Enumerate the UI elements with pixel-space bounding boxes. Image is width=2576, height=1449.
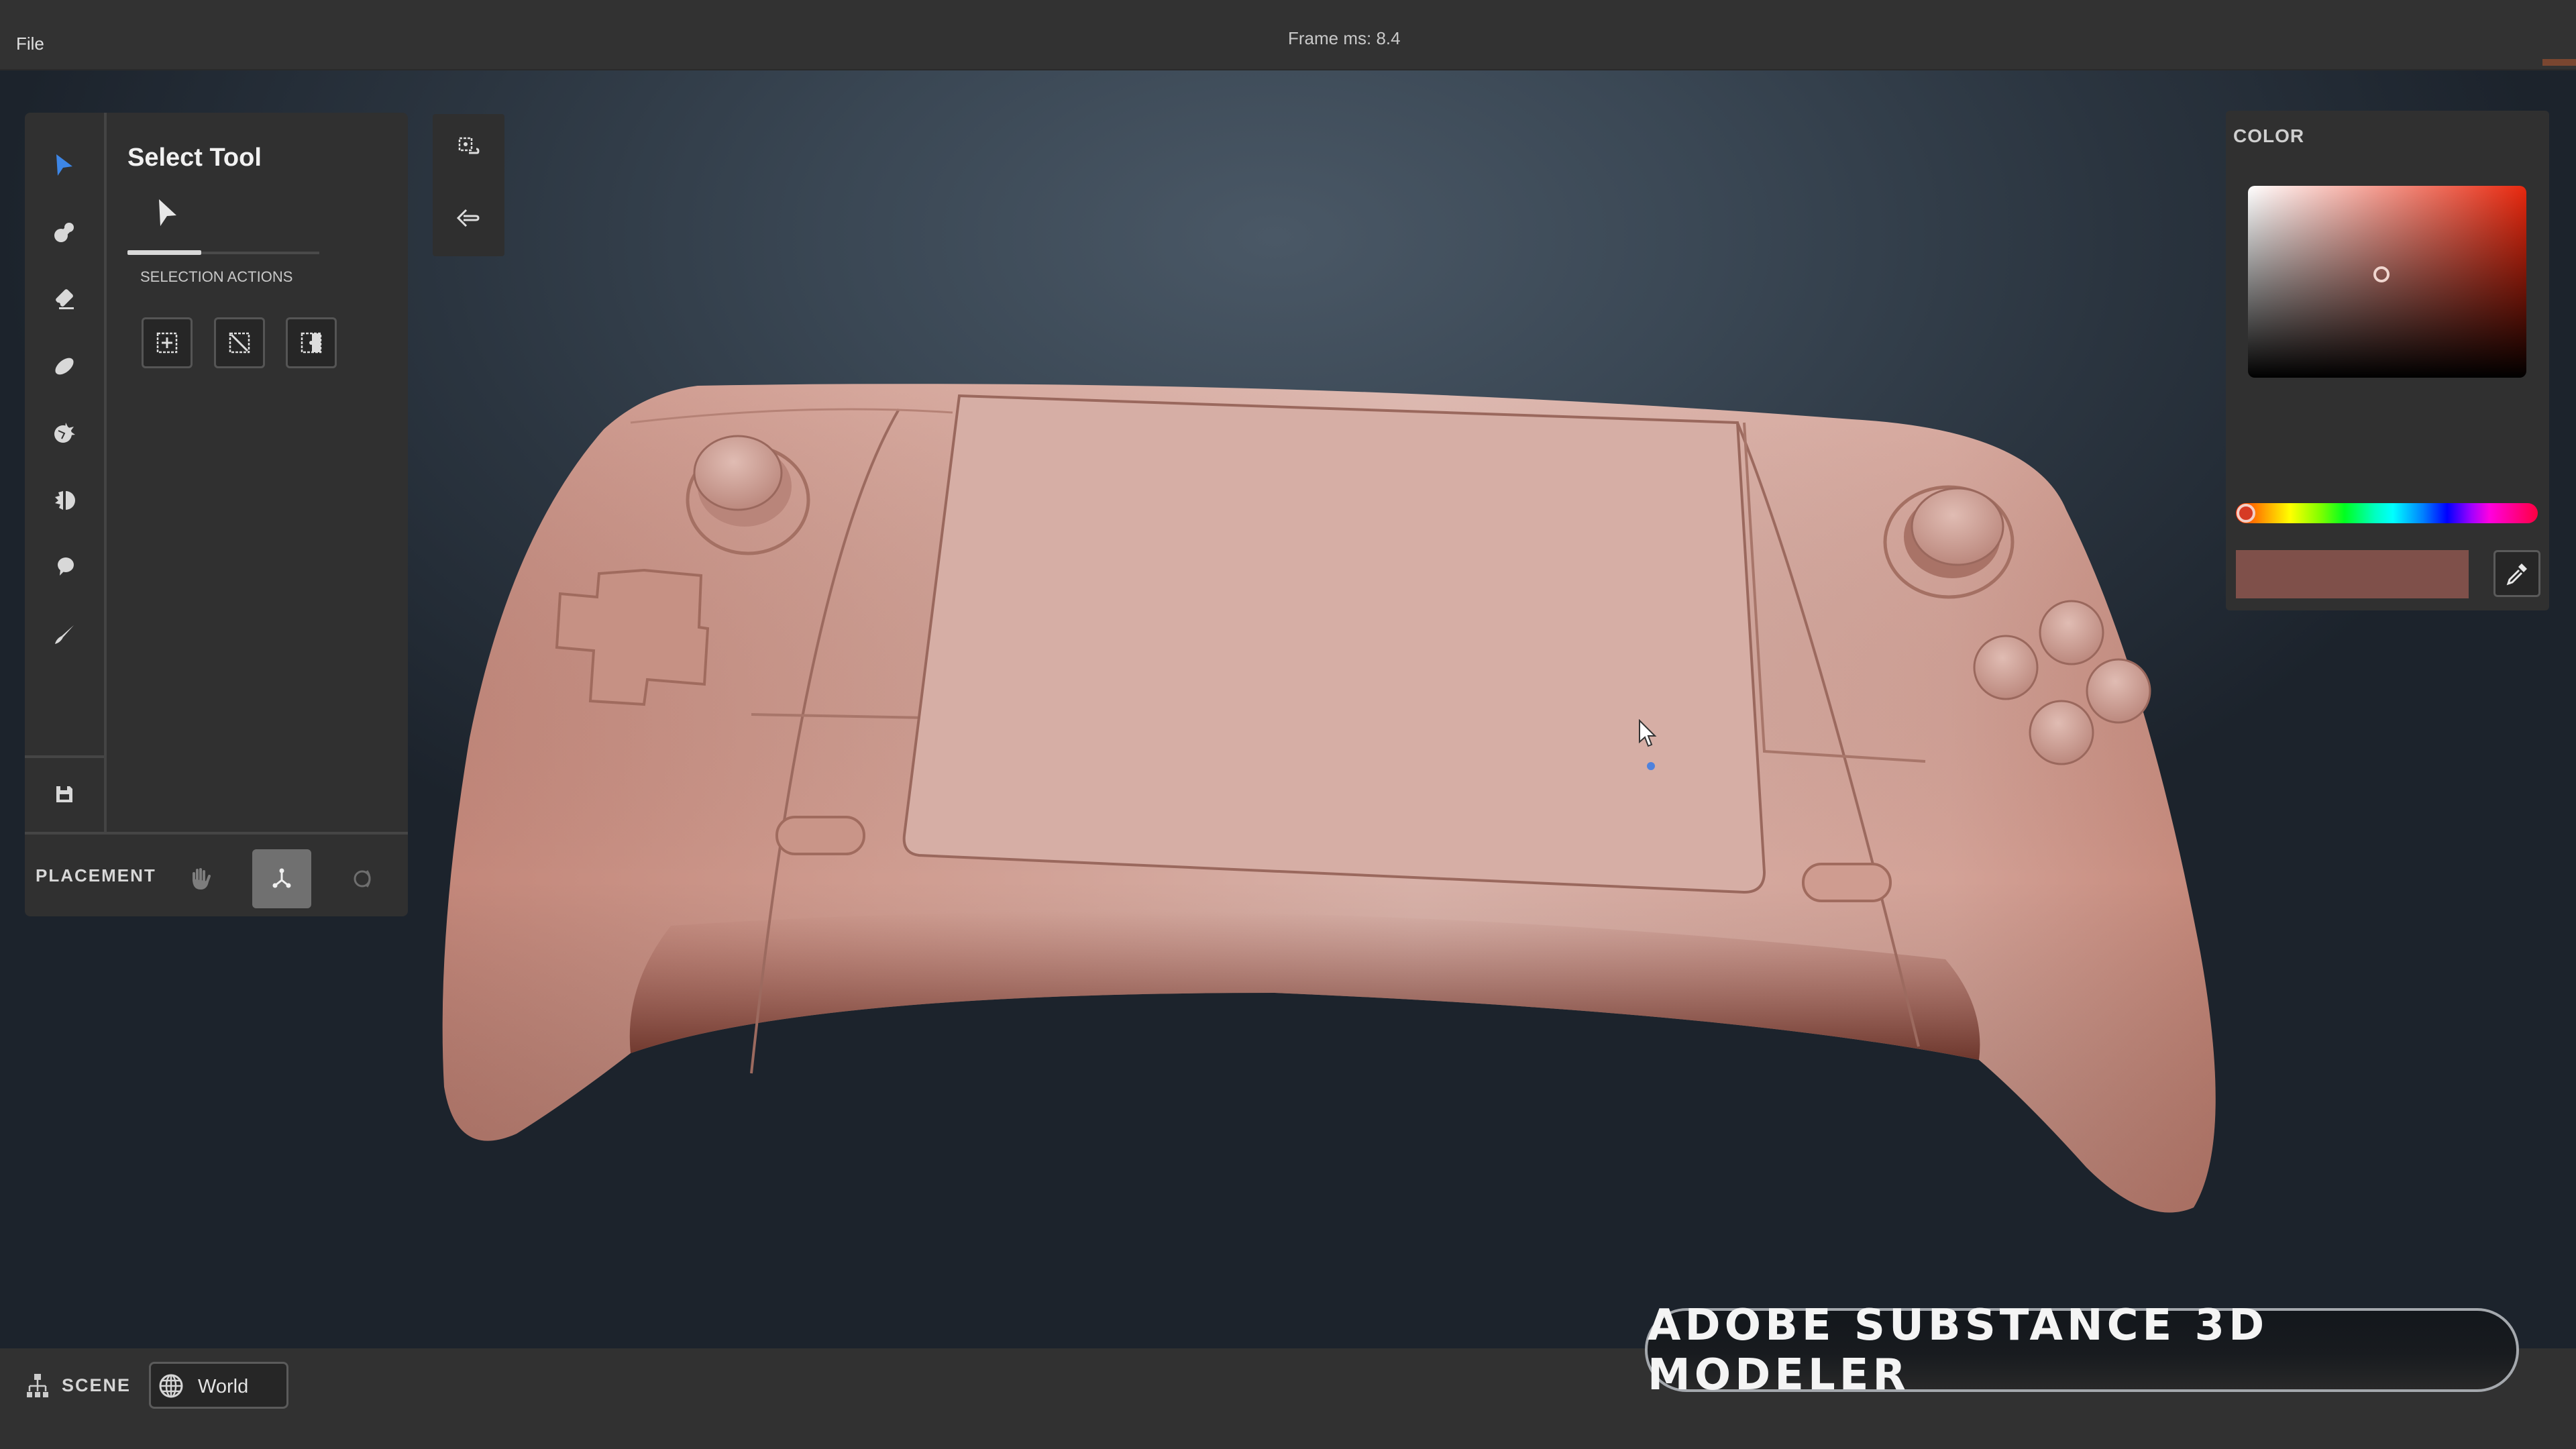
- paint-brush-icon: [55, 625, 74, 644]
- tab-active-indicator: [127, 250, 201, 255]
- scene-label[interactable]: SCENE: [62, 1375, 131, 1396]
- current-color-swatch[interactable]: [2236, 550, 2469, 598]
- mouse-cursor: [1639, 719, 1657, 747]
- coordinate-space-dropdown[interactable]: World: [149, 1362, 288, 1409]
- globe-icon: [159, 1374, 183, 1398]
- invert-selection-button[interactable]: [286, 317, 337, 368]
- placement-orbit-button[interactable]: [333, 849, 392, 908]
- eyedropper-button[interactable]: [2493, 550, 2540, 597]
- tool-smooth[interactable]: [25, 333, 104, 400]
- view-back-button[interactable]: [433, 184, 504, 252]
- toolstrip-divider: [25, 755, 104, 758]
- menu-bar: File Frame ms: 8.4: [0, 0, 2576, 70]
- select-arrow-icon: [56, 154, 72, 176]
- select-all-button[interactable]: [142, 317, 193, 368]
- product-title-text: ADOBE SUBSTANCE 3D MODELER: [1648, 1300, 2269, 1400]
- view-mini-toolbar: [433, 114, 504, 256]
- tool-crease[interactable]: [25, 400, 104, 467]
- flatten-half-icon: [55, 491, 75, 510]
- scene-hierarchy-icon: [27, 1374, 48, 1397]
- panel-title: Select Tool: [127, 144, 262, 172]
- tool-erase[interactable]: [25, 266, 104, 333]
- tool-strip: [25, 113, 107, 832]
- hue-slider-handle[interactable]: [2237, 504, 2255, 523]
- progress-accent: [2542, 59, 2576, 66]
- hue-slider[interactable]: [2236, 503, 2538, 523]
- orbit-ring-icon: [354, 870, 371, 888]
- placement-label: PLACEMENT: [36, 865, 156, 885]
- frame-selection-button[interactable]: [433, 114, 504, 181]
- frame-time-readout: Frame ms: 8.4: [1288, 28, 1401, 48]
- deselect-button[interactable]: [214, 317, 265, 368]
- save-icon: [56, 786, 72, 802]
- invert-selection-icon: [301, 332, 322, 354]
- tool-flatten[interactable]: [25, 467, 104, 534]
- placement-gizmo-button[interactable]: [252, 849, 311, 908]
- balloon-icon: [58, 557, 74, 576]
- cursor-hit-point: [1647, 762, 1655, 770]
- crease-burst-icon: [54, 423, 75, 443]
- eyedropper-icon: [2506, 564, 2527, 586]
- coordinate-space-value: World: [198, 1376, 249, 1397]
- color-panel: COLOR: [2226, 111, 2549, 610]
- saturation-brightness-picker[interactable]: [2248, 186, 2526, 378]
- back-arrow-icon: [456, 209, 480, 227]
- tool-select[interactable]: [25, 131, 104, 199]
- product-title-banner: ADOBE SUBSTANCE 3D MODELER: [1645, 1301, 2519, 1400]
- color-panel-title: COLOR: [2233, 125, 2305, 146]
- menu-file[interactable]: File: [16, 34, 44, 54]
- placement-bar: PLACEMENT: [25, 832, 408, 916]
- clay-blob-icon: [54, 223, 74, 242]
- tool-clay[interactable]: [25, 199, 104, 266]
- tool-inflate[interactable]: [25, 534, 104, 601]
- smooth-pill-icon: [55, 358, 74, 375]
- color-picker-handle[interactable]: [2373, 266, 2390, 282]
- gizmo-axes-icon: [272, 868, 291, 888]
- tool-paint[interactable]: [25, 601, 104, 668]
- eraser-icon: [56, 289, 74, 309]
- select-all-icon: [156, 332, 178, 354]
- placement-hand-button[interactable]: [171, 849, 230, 908]
- tool-save[interactable]: [25, 761, 104, 828]
- hand-icon: [193, 868, 211, 890]
- selection-actions-label: SELECTION ACTIONS: [140, 268, 293, 285]
- frame-selection-icon: [458, 137, 480, 154]
- tool-properties-panel: Select Tool SELECTION ACTIONS: [107, 113, 408, 832]
- select-arrow-icon[interactable]: [154, 197, 182, 230]
- deselect-icon: [229, 332, 250, 354]
